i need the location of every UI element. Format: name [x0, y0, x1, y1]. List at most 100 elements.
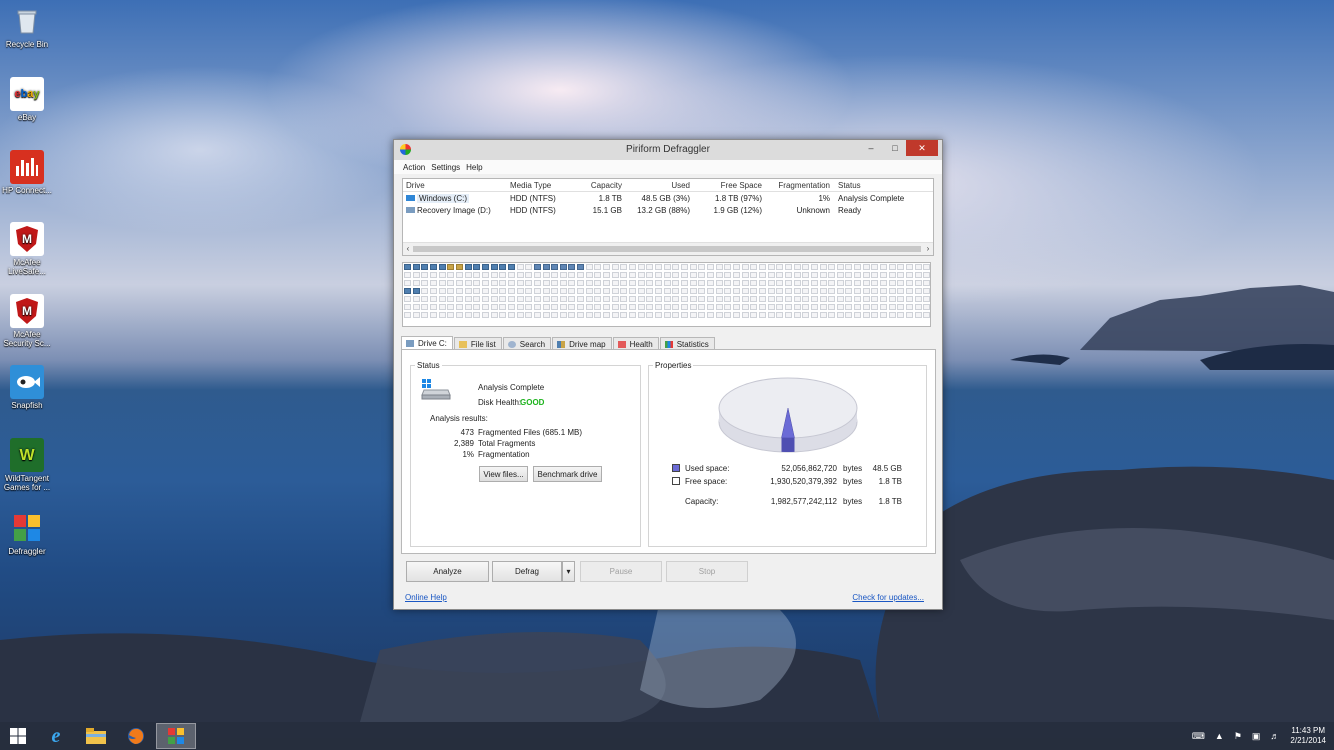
- defraggler-icon: [168, 728, 184, 744]
- drive-map-block: [438, 288, 446, 294]
- taskbar-internet-explorer[interactable]: e: [36, 723, 76, 749]
- drive-map-block: [620, 280, 628, 286]
- online-help-link[interactable]: Online Help: [405, 593, 447, 602]
- scroll-left-icon[interactable]: ‹: [403, 243, 413, 255]
- minimize-button[interactable]: –: [860, 140, 882, 156]
- drive-map-block: [793, 264, 801, 270]
- drive-row-c[interactable]: Windows (C:) HDD (NTFS) 1.8 TB 48.5 GB (…: [403, 192, 933, 204]
- action-center-flag-icon[interactable]: ⚑: [1234, 731, 1242, 742]
- drive-map-block: [914, 288, 922, 294]
- taskbar-firefox[interactable]: [116, 723, 156, 749]
- network-icon[interactable]: ▣: [1252, 731, 1261, 742]
- menu-action[interactable]: Action: [394, 163, 430, 172]
- drive-map-block: [767, 312, 775, 318]
- scroll-right-icon[interactable]: ›: [923, 243, 933, 255]
- defrag-button[interactable]: Defrag: [492, 561, 562, 582]
- drive-map-block: [732, 280, 740, 286]
- stop-button[interactable]: Stop: [666, 561, 748, 582]
- chevron-down-icon: ▾: [566, 567, 571, 576]
- drive-map-block: [663, 264, 671, 270]
- drive-map-block: [750, 280, 758, 286]
- keyboard-icon[interactable]: ⌨: [1192, 731, 1205, 742]
- view-files-button[interactable]: View files...: [479, 466, 528, 482]
- drive-map-block: [559, 272, 567, 278]
- drive-map-block: [412, 280, 420, 286]
- drive-map-block: [793, 288, 801, 294]
- tab-drive-c[interactable]: Drive C:: [401, 336, 453, 350]
- pause-button[interactable]: Pause: [580, 561, 662, 582]
- drive-map-block: [577, 280, 585, 286]
- benchmark-drive-button[interactable]: Benchmark drive: [533, 466, 602, 482]
- drive-map-block: [559, 296, 567, 302]
- free-space-unit: bytes: [843, 477, 863, 486]
- desktop-icon-ebay[interactable]: ebay eBay: [2, 77, 52, 122]
- drive-map-block: [793, 280, 801, 286]
- drive-list: Drive Media Type Capacity Used Free Spac…: [402, 178, 934, 256]
- drive-map-block: [776, 272, 784, 278]
- drive-map-block: [551, 280, 559, 286]
- analyze-button[interactable]: Analyze: [406, 561, 489, 582]
- start-button[interactable]: [0, 723, 36, 749]
- col-drive[interactable]: Drive: [403, 181, 510, 190]
- menu-settings[interactable]: Settings: [430, 163, 465, 172]
- windows-drive-icon: [406, 195, 415, 202]
- drive-map-block: [897, 280, 905, 286]
- desktop-icon-mcafee-security[interactable]: M McAfee Security Sc...: [2, 294, 52, 348]
- taskbar-defraggler[interactable]: [156, 723, 196, 749]
- drive-map-block: [533, 280, 541, 286]
- col-media-type[interactable]: Media Type: [510, 181, 566, 190]
- drive-map-block: [551, 264, 559, 270]
- drive-map-block: [594, 304, 602, 310]
- drive-map-block: [880, 264, 888, 270]
- col-used[interactable]: Used: [622, 181, 690, 190]
- scrollbar-thumb[interactable]: [413, 246, 921, 252]
- close-button[interactable]: ✕: [906, 140, 938, 156]
- drive-map-block: [594, 264, 602, 270]
- drive-map-block: [689, 304, 697, 310]
- drive-map-block: [620, 272, 628, 278]
- drive-map-block: [412, 312, 420, 318]
- drive-map-block: [594, 288, 602, 294]
- drive-map-block: [906, 296, 914, 302]
- desktop-icon-hp-connected[interactable]: HP Connect...: [2, 150, 52, 195]
- drive-map-block: [871, 288, 879, 294]
- drive-map-block: [681, 280, 688, 286]
- desktop-icon-recycle-bin[interactable]: Recycle Bin: [2, 4, 52, 49]
- drive-map-block: [914, 304, 922, 310]
- drive-map-block: [845, 312, 853, 318]
- desktop-icon-wildtangent[interactable]: W WildTangent Games for ...: [2, 438, 52, 492]
- drive-map-block: [525, 312, 533, 318]
- defrag-options-dropdown[interactable]: ▾: [562, 561, 575, 582]
- col-status[interactable]: Status: [830, 181, 928, 190]
- drive-map-block: [906, 304, 914, 310]
- svg-text:M: M: [22, 304, 32, 318]
- drive-map-block: [854, 272, 862, 278]
- drive-map-block: [655, 272, 663, 278]
- menu-help[interactable]: Help: [465, 163, 487, 172]
- drive-map-block: [646, 272, 654, 278]
- show-hidden-icons-icon[interactable]: ▲: [1215, 731, 1224, 741]
- desktop-icon-mcafee-livesafe[interactable]: M McAfee LiveSafe...: [2, 222, 52, 276]
- col-fragmentation[interactable]: Fragmentation: [762, 181, 830, 190]
- horizontal-scrollbar[interactable]: ‹ ›: [403, 242, 933, 255]
- col-capacity[interactable]: Capacity: [566, 181, 622, 190]
- maximize-button[interactable]: □: [884, 140, 906, 156]
- system-clock[interactable]: 11:43 PM 2/21/2014: [1290, 726, 1326, 746]
- drive-map-block: [525, 280, 533, 286]
- drive-map-block: [542, 264, 550, 270]
- drive-map-block: [715, 272, 723, 278]
- desktop-icon-snapfish[interactable]: Snapfish: [2, 365, 52, 410]
- taskbar-file-explorer[interactable]: [76, 723, 116, 749]
- drive-map-block: [447, 272, 455, 278]
- check-for-updates-link[interactable]: Check for updates...: [852, 593, 924, 602]
- drive-row-d[interactable]: Recovery Image (D:) HDD (NTFS) 15.1 GB 1…: [403, 204, 933, 216]
- drive-map-block: [854, 296, 862, 302]
- volume-icon[interactable]: ♬: [1270, 731, 1279, 741]
- drive-map-block: [741, 288, 749, 294]
- col-free-space[interactable]: Free Space: [690, 181, 762, 190]
- desktop-icon-defraggler[interactable]: Defraggler: [2, 511, 52, 556]
- drive-map-block: [836, 304, 844, 310]
- drive-map-block: [473, 288, 481, 294]
- drive-map-block: [447, 288, 455, 294]
- title-bar[interactable]: Piriform Defraggler – □ ✕: [394, 140, 942, 160]
